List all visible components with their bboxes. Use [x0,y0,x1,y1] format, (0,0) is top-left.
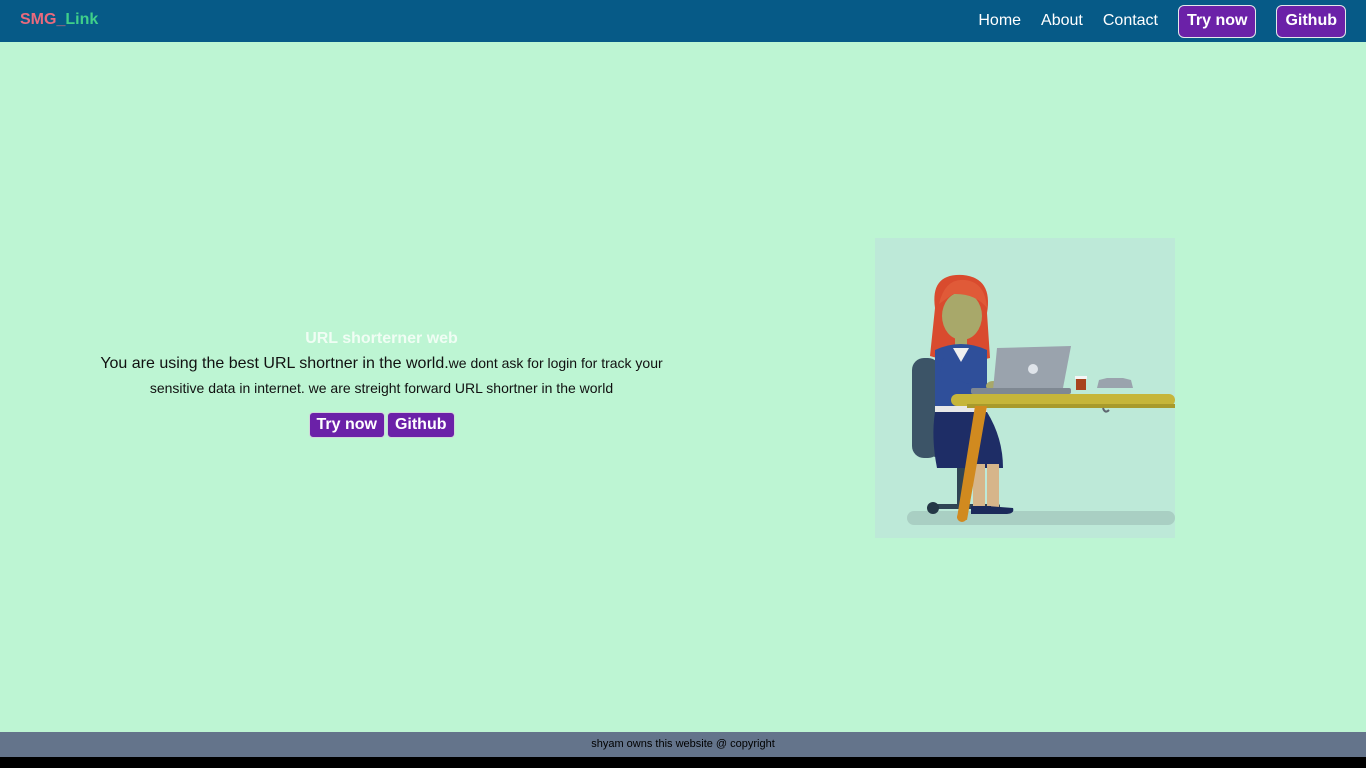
brand-logo[interactable]: SMG_Link [20,11,98,29]
nav-link-contact[interactable]: Contact [1103,12,1158,30]
nav-link-about[interactable]: About [1041,12,1083,30]
nav-links: Home About Contact Try now Github [978,0,1346,42]
main-content: URL shorterner web You are using the bes… [0,42,1366,732]
hero-github-button[interactable]: Github [386,412,455,438]
hero-section: URL shorterner web You are using the bes… [90,329,673,438]
brand-part-2: Link [65,11,99,28]
hero-title: URL shorterner web [305,330,458,347]
nav-link-home[interactable]: Home [978,12,1021,30]
woman-at-laptop-illustration [875,238,1175,538]
hero-description: You are using the best URL shortner in t… [90,351,673,400]
hero-try-now-button[interactable]: Try now [308,412,385,438]
hero-lead: You are using the best URL shortner in t… [100,355,449,372]
footer-copyright: shyam owns this website @ copyright [591,738,775,750]
navbar: SMG_Link Home About Contact Try now Gith… [0,0,1366,42]
footer: shyam owns this website @ copyright [0,732,1366,757]
brand-part-1: SMG_ [20,11,66,28]
nav-github-button[interactable]: Github [1276,4,1346,38]
hero-buttons: Try now Github [90,412,673,438]
illustration-svg [875,238,1175,538]
nav-try-now-button[interactable]: Try now [1178,4,1257,38]
